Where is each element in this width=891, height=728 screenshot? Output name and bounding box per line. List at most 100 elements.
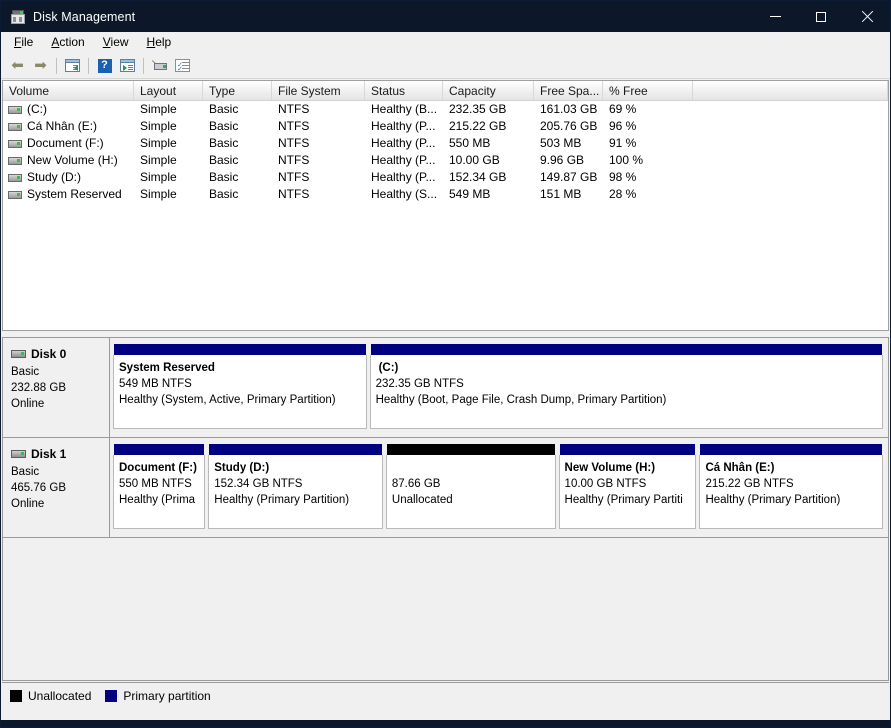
partition-block[interactable]: (C:) 232.35 GB NTFS Healthy (Boot, Page Fi… xyxy=(369,344,883,429)
legend-swatch-icon xyxy=(105,690,118,702)
help-question-icon: ? xyxy=(97,58,112,73)
cell-filesystem: NTFS xyxy=(278,153,310,167)
disk-size: 232.88 GB xyxy=(11,382,66,394)
partition-color-bar xyxy=(385,444,556,455)
partition-block[interactable]: Study (D:) 152.34 GB NTFS Healthy (Primary… xyxy=(208,444,383,529)
toolbar-separator-3 xyxy=(143,57,144,74)
partition-label: Cá Nhân (E:) xyxy=(705,462,775,474)
up-one-level-button[interactable] xyxy=(61,55,84,77)
minimize-button[interactable] xyxy=(752,1,798,32)
disk-info-disk-0[interactable]: Disk 0 Basic 232.88 GB Online xyxy=(3,338,110,437)
table-row[interactable]: (C:) Simple Basic NTFS Healthy (B... 232.35 G… xyxy=(3,101,888,118)
partition-color-bar xyxy=(113,344,367,355)
partition-color-bar xyxy=(113,444,206,455)
column-header-filesystem[interactable]: File System xyxy=(272,81,365,100)
disk-name: Disk 0 xyxy=(31,347,67,361)
column-header-volume[interactable]: Volume xyxy=(3,81,134,100)
column-header-type[interactable]: Type xyxy=(203,81,272,100)
toolbar: ⬅ ➡ ? ✓ ✓ xyxy=(1,53,890,79)
close-icon xyxy=(861,11,873,23)
column-header-layout[interactable]: Layout xyxy=(134,81,203,100)
column-header-percentfree[interactable]: % Free xyxy=(603,81,693,100)
cell-volume-label: System Reserved xyxy=(27,187,122,201)
menu-view[interactable]: View xyxy=(94,33,138,52)
cell-capacity: 152.34 GB xyxy=(449,170,507,184)
menu-help[interactable]: Help xyxy=(138,33,181,52)
partition-block[interactable]: Document (F:) 550 MB NTFS Healthy (Prima xyxy=(113,444,206,529)
disk-status: Online xyxy=(11,398,45,410)
partition-color-bar xyxy=(558,444,697,455)
partition-block[interactable]: System Reserved 549 MB NTFS Healthy (Syste… xyxy=(113,344,367,429)
cell-type: Basic xyxy=(209,170,239,184)
partition-health-status: Healthy (Primary Partition) xyxy=(705,494,841,506)
disk-row: Disk 0 Basic 232.88 GB Online System Reserve… xyxy=(3,338,888,438)
help-button[interactable]: ? xyxy=(93,55,116,77)
partition-details: 87.66 GB Unallocated xyxy=(385,455,556,529)
table-row[interactable]: Document (F:) Simple Basic NTFS Healthy (P..… xyxy=(3,135,888,152)
cell-capacity: 215.22 GB xyxy=(449,119,507,133)
properties-button[interactable]: ✓ ✓ xyxy=(171,55,194,77)
table-row[interactable]: System Reserved Simple Basic NTFS Healthy (S… xyxy=(3,186,888,203)
table-row[interactable]: Study (D:) Simple Basic NTFS Healthy (P... 15… xyxy=(3,169,888,186)
cell-status: Healthy (S... xyxy=(371,187,438,201)
rescan-disks-button[interactable] xyxy=(148,55,171,77)
cell-freespace: 503 MB xyxy=(540,136,582,150)
cell-layout: Simple xyxy=(140,153,177,167)
toolbar-separator-1 xyxy=(56,57,57,74)
legend-primary-partition: Primary partition xyxy=(105,689,211,703)
volume-list-pane: Volume Layout Type File System Status Capacit… xyxy=(2,80,889,331)
column-header-capacity[interactable]: Capacity xyxy=(443,81,534,100)
partition-block[interactable]: 87.66 GB Unallocated xyxy=(385,444,556,529)
partition-color-bar xyxy=(369,344,883,355)
partition-strip: Document (F:) 550 MB NTFS Healthy (Prima St… xyxy=(110,438,888,537)
partition-size-filesystem: 232.35 GB NTFS xyxy=(375,378,464,390)
volume-drive-icon xyxy=(8,173,22,182)
cell-layout: Simple xyxy=(140,136,177,150)
cell-layout: Simple xyxy=(140,187,177,201)
cell-filesystem: NTFS xyxy=(278,102,310,116)
back-button[interactable]: ⬅ xyxy=(6,55,29,77)
forward-button[interactable]: ➡ xyxy=(29,55,52,77)
drive-wand-icon xyxy=(151,59,168,72)
partition-label: New Volume (H:) xyxy=(564,462,656,474)
panel-left-icon xyxy=(65,59,80,72)
menu-file[interactable]: File xyxy=(5,33,42,52)
disk-management-icon xyxy=(10,9,26,25)
minimize-icon xyxy=(769,16,781,17)
cell-filesystem: NTFS xyxy=(278,136,310,150)
cell-volume: Document (F:) xyxy=(3,135,134,152)
cell-freespace: 205.76 GB xyxy=(540,119,598,133)
table-row[interactable]: New Volume (H:) Simple Basic NTFS Healthy (P… xyxy=(3,152,888,169)
partition-block[interactable]: New Volume (H:) 10.00 GB NTFS Healthy (Pri… xyxy=(558,444,697,529)
panel-right-icon xyxy=(120,59,135,72)
table-row[interactable]: Cá Nhân (E:) Simple Basic NTFS Healthy (P...… xyxy=(3,118,888,135)
cell-percentfree: 96 % xyxy=(609,119,637,133)
column-header-status[interactable]: Status xyxy=(365,81,443,100)
cell-volume: System Reserved xyxy=(3,186,134,203)
cell-freespace: 9.96 GB xyxy=(540,153,585,167)
maximize-button[interactable] xyxy=(798,1,844,32)
column-header-freespace[interactable]: Free Spa... xyxy=(534,81,603,100)
partition-health-status: Unallocated xyxy=(391,494,453,506)
partition-label-empty xyxy=(392,460,555,476)
legend-label: Primary partition xyxy=(123,689,211,703)
cell-status: Healthy (P... xyxy=(371,136,436,150)
cell-volume-label: (C:) xyxy=(27,102,47,116)
close-button[interactable] xyxy=(844,1,890,32)
partition-label: Study (D:) xyxy=(214,462,270,474)
disk-info-disk-1[interactable]: Disk 1 Basic 465.76 GB Online xyxy=(3,438,110,537)
column-header-filler xyxy=(693,81,888,100)
show-hide-console-tree-button[interactable] xyxy=(116,55,139,77)
cell-volume: Cá Nhân (E:) xyxy=(3,118,134,135)
cell-capacity: 550 MB xyxy=(449,136,491,150)
volume-drive-icon xyxy=(8,139,22,148)
menu-action[interactable]: Action xyxy=(42,33,93,52)
cell-percentfree: 91 % xyxy=(609,136,637,150)
partition-block[interactable]: Cá Nhân (E:) 215.22 GB NTFS Healthy (Prima… xyxy=(699,444,883,529)
cell-type: Basic xyxy=(209,119,239,133)
disk-title: Disk 1 xyxy=(11,447,109,461)
window-bottom-edge xyxy=(1,720,890,727)
cell-layout: Simple xyxy=(140,102,177,116)
cell-type: Basic xyxy=(209,136,239,150)
cell-volume-label: Document (F:) xyxy=(27,136,104,150)
